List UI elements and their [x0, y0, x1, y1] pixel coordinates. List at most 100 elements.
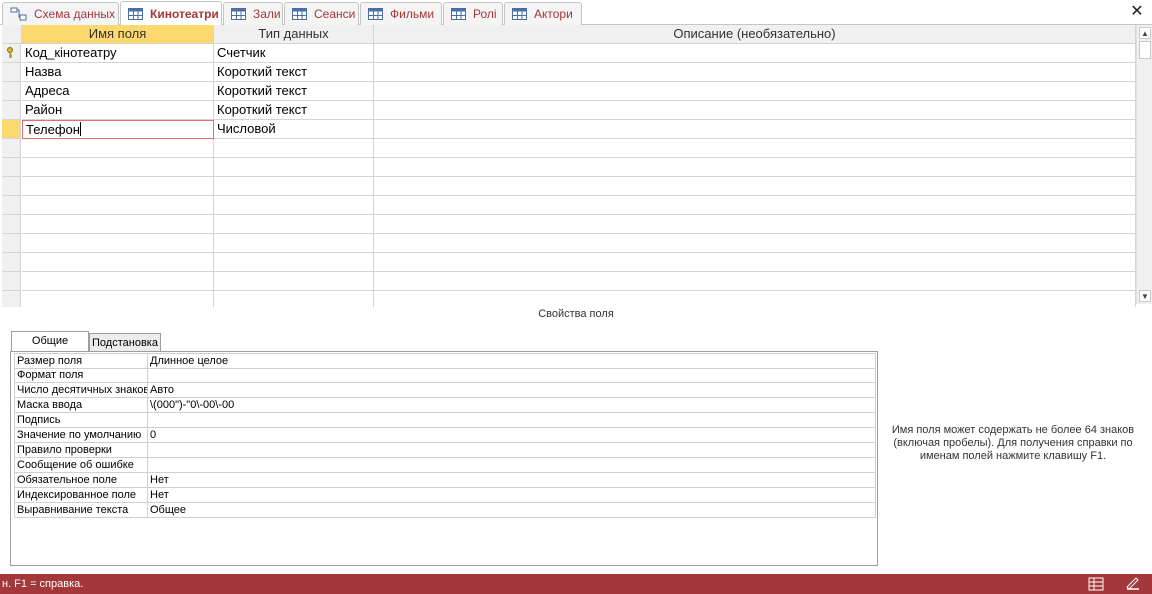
tab-seansy[interactable]: Сеанси — [284, 2, 359, 25]
table-row[interactable]: Телефон Числовой — [2, 120, 1136, 139]
data-type-cell[interactable] — [214, 196, 374, 215]
data-type-cell[interactable] — [214, 139, 374, 158]
data-type-cell[interactable]: Счетчик — [214, 44, 374, 63]
row-selector[interactable] — [2, 120, 21, 139]
close-icon[interactable]: ✕ — [1128, 3, 1146, 21]
scroll-down-icon[interactable]: ▼ — [1139, 290, 1151, 302]
row-selector[interactable] — [2, 196, 21, 215]
property-value[interactable]: Общее — [150, 503, 186, 517]
data-type-cell[interactable]: Числовой — [214, 120, 374, 139]
grid-corner[interactable] — [2, 25, 22, 44]
description-cell[interactable] — [374, 291, 1136, 307]
property-row[interactable]: Индексированное поле Нет — [14, 488, 876, 503]
property-row[interactable]: Маска ввода \(000")-"0\-00\-00 — [14, 398, 876, 413]
tab-zaly[interactable]: Зали — [223, 2, 283, 25]
row-selector[interactable] — [2, 101, 21, 120]
field-name-cell[interactable]: Телефон — [22, 120, 214, 139]
description-cell[interactable] — [374, 234, 1136, 253]
field-name-cell[interactable] — [22, 139, 214, 158]
field-name-cell[interactable] — [22, 272, 214, 291]
data-type-cell[interactable] — [214, 177, 374, 196]
table-row[interactable]: Назва Короткий текст — [2, 63, 1136, 82]
field-name-cell[interactable]: Код_кінотеатру — [22, 44, 214, 63]
tab-filmy[interactable]: Фильми — [360, 2, 442, 25]
property-value[interactable]: \(000")-"0\-00\-00 — [150, 398, 234, 412]
property-row[interactable]: Выравнивание текста Общее — [14, 503, 876, 518]
row-selector[interactable] — [2, 63, 21, 82]
table-row[interactable]: Адреса Короткий текст — [2, 82, 1136, 101]
data-type-cell[interactable] — [214, 234, 374, 253]
row-selector[interactable] — [2, 139, 21, 158]
field-name-cell[interactable] — [22, 158, 214, 177]
property-value[interactable]: Нет — [150, 473, 169, 487]
field-name-cell[interactable] — [22, 215, 214, 234]
vertical-scrollbar[interactable]: ▲ ▼ — [1136, 25, 1152, 304]
empty-table-row[interactable] — [2, 158, 1136, 177]
data-type-cell[interactable] — [214, 253, 374, 272]
row-selector[interactable] — [2, 215, 21, 234]
property-row[interactable]: Значение по умолчанию 0 — [14, 428, 876, 443]
header-description[interactable]: Описание (необязательно) — [374, 25, 1136, 44]
row-selector[interactable] — [2, 158, 21, 177]
description-cell[interactable] — [374, 82, 1136, 101]
table-row[interactable]: Код_кінотеатру Счетчик — [2, 44, 1136, 63]
description-cell[interactable] — [374, 101, 1136, 120]
description-cell[interactable] — [374, 177, 1136, 196]
tab-general[interactable]: Общие — [11, 331, 89, 352]
empty-table-row[interactable] — [2, 291, 1136, 307]
property-row[interactable]: Число десятичных знаков Авто — [14, 383, 876, 398]
empty-table-row[interactable] — [2, 234, 1136, 253]
description-cell[interactable] — [374, 215, 1136, 234]
tab-relationships[interactable]: Схема данных — [2, 2, 119, 25]
description-cell[interactable] — [374, 44, 1136, 63]
description-cell[interactable] — [374, 196, 1136, 215]
table-row[interactable]: Район Короткий текст — [2, 101, 1136, 120]
property-value[interactable]: 0 — [150, 428, 156, 442]
design-view-icon[interactable] — [1125, 577, 1141, 591]
field-name-cell[interactable]: Район — [22, 101, 214, 120]
data-type-cell[interactable] — [214, 158, 374, 177]
empty-table-row[interactable] — [2, 253, 1136, 272]
description-cell[interactable] — [374, 120, 1136, 139]
property-row[interactable]: Сообщение об ошибке — [14, 458, 876, 473]
empty-table-row[interactable] — [2, 272, 1136, 291]
property-row[interactable]: Размер поля Длинное целое — [14, 353, 876, 369]
row-selector[interactable] — [2, 82, 21, 101]
property-value[interactable]: Авто — [150, 383, 174, 397]
scroll-thumb[interactable] — [1139, 41, 1151, 59]
data-type-cell[interactable]: Короткий текст — [214, 63, 374, 82]
tab-roli[interactable]: Ролі — [443, 2, 503, 25]
row-selector[interactable] — [2, 177, 21, 196]
row-selector[interactable] — [2, 234, 21, 253]
description-cell[interactable] — [374, 158, 1136, 177]
row-selector[interactable] — [2, 291, 21, 307]
data-type-cell[interactable] — [214, 272, 374, 291]
data-type-cell[interactable]: Короткий текст — [214, 101, 374, 120]
empty-table-row[interactable] — [2, 196, 1136, 215]
description-cell[interactable] — [374, 272, 1136, 291]
data-type-cell[interactable] — [214, 291, 374, 307]
field-name-cell[interactable]: Адреса — [22, 82, 214, 101]
header-field-name[interactable]: Имя поля — [22, 25, 214, 44]
property-row[interactable]: Правило проверки — [14, 443, 876, 458]
field-name-cell[interactable] — [22, 253, 214, 272]
empty-table-row[interactable] — [2, 139, 1136, 158]
field-name-cell[interactable] — [22, 291, 214, 307]
description-cell[interactable] — [374, 63, 1136, 82]
tab-aktory[interactable]: Актори — [504, 2, 582, 25]
row-selector[interactable] — [2, 253, 21, 272]
empty-table-row[interactable] — [2, 215, 1136, 234]
scroll-up-icon[interactable]: ▲ — [1139, 27, 1151, 39]
field-name-cell[interactable] — [22, 177, 214, 196]
datasheet-view-icon[interactable] — [1088, 577, 1104, 591]
property-row[interactable]: Обязательное поле Нет — [14, 473, 876, 488]
header-data-type[interactable]: Тип данных — [214, 25, 374, 44]
tab-kinoteatry[interactable]: Кинотеатри — [120, 1, 222, 25]
field-name-cell[interactable]: Назва — [22, 63, 214, 82]
data-type-cell[interactable] — [214, 215, 374, 234]
property-value[interactable]: Длинное целое — [150, 354, 228, 368]
field-name-cell[interactable] — [22, 196, 214, 215]
row-selector[interactable] — [2, 44, 21, 63]
property-value[interactable]: Нет — [150, 488, 169, 502]
property-row[interactable]: Формат поля — [14, 368, 876, 383]
